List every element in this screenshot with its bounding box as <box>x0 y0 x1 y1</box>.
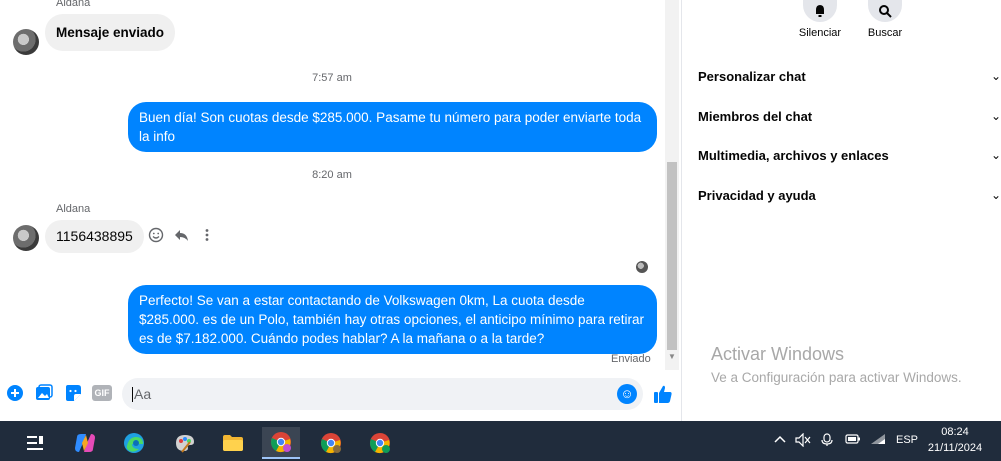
chevron-down-icon: ⌄ <box>990 69 1001 83</box>
search-icon <box>868 0 902 22</box>
sender-name: Aldana <box>56 203 91 215</box>
clock-time: 08:24 <box>941 426 969 438</box>
microphone-icon[interactable] <box>821 433 833 450</box>
composer: GIF Aa ☺ <box>0 374 682 414</box>
sticker-icon[interactable] <box>64 384 82 402</box>
chrome-active-icon[interactable] <box>262 427 300 459</box>
image-icon[interactable] <box>35 384 53 402</box>
chevron-down-icon: ⌄ <box>990 148 1001 162</box>
avatar[interactable] <box>13 225 39 251</box>
chevron-down-icon: ⌄ <box>990 109 1001 123</box>
menu-item-media[interactable]: Multimedia, archivos y enlaces ⌄ <box>698 148 1001 163</box>
plus-icon[interactable] <box>6 384 24 402</box>
outgoing-message[interactable]: Buen día! Son cuotas desde $285.000. Pas… <box>128 102 657 152</box>
clock-date: 21/11/2024 <box>927 442 983 454</box>
more-options-icon[interactable] <box>199 227 215 247</box>
taskbar: ESP 08:24 21/11/2024 <box>0 421 1001 461</box>
menu-item-customize[interactable]: Personalizar chat ⌄ <box>698 69 1001 84</box>
volume-muted-icon[interactable] <box>795 432 811 450</box>
chrome-profile-icon[interactable] <box>312 427 350 459</box>
wifi-icon[interactable] <box>870 433 886 448</box>
chat-panel: Aldana Mensaje enviado 7:57 am Buen día!… <box>0 0 682 421</box>
sender-name: Aldana <box>56 0 91 9</box>
bell-icon <box>803 0 837 22</box>
chevron-down-icon: ⌄ <box>990 188 1001 202</box>
chevron-up-icon[interactable] <box>774 433 786 447</box>
battery-icon[interactable] <box>845 433 861 448</box>
chat-info-panel: Silenciar Buscar Personalizar chat ⌄ Mie… <box>683 0 1001 421</box>
chrome-profile-t-icon[interactable] <box>361 427 399 459</box>
like-icon[interactable] <box>653 384 673 404</box>
messenger-window: Aldana Mensaje enviado 7:57 am Buen día!… <box>0 0 1001 421</box>
system-clock[interactable]: 08:24 21/11/2024 <box>922 424 988 456</box>
search-button[interactable]: Buscar <box>845 0 925 39</box>
message-placeholder: Aa <box>134 386 152 402</box>
activation-watermark-subtitle: Ve a Configuración para activar Windows. <box>711 370 962 385</box>
menu-item-label: Privacidad y ayuda <box>698 188 816 203</box>
edge-icon[interactable] <box>115 427 153 459</box>
file-explorer-icon[interactable] <box>214 427 252 459</box>
menu-item-label: Multimedia, archivos y enlaces <box>698 148 889 163</box>
menu-item-privacy[interactable]: Privacidad y ayuda ⌄ <box>698 188 1001 203</box>
gif-icon[interactable]: GIF <box>92 384 112 402</box>
scrollbar[interactable]: ▼ <box>665 0 679 370</box>
search-label: Buscar <box>867 27 903 39</box>
text-caret <box>132 386 133 402</box>
incoming-message[interactable]: Mensaje enviado <box>45 14 176 51</box>
sent-status: Enviado <box>611 353 651 365</box>
message-list: Aldana Mensaje enviado 7:57 am Buen día!… <box>0 0 664 370</box>
gif-label: GIF <box>92 385 112 401</box>
message-input[interactable]: Aa ☺ <box>122 378 643 410</box>
menu-item-members[interactable]: Miembros del chat ⌄ <box>698 109 1001 124</box>
incoming-message[interactable]: 1156438895 <box>45 220 144 253</box>
paint-icon[interactable] <box>166 427 204 459</box>
scroll-down-arrow-icon[interactable]: ▼ <box>668 352 676 361</box>
react-icon[interactable] <box>148 227 164 247</box>
seen-avatar <box>636 261 648 273</box>
language-indicator[interactable]: ESP <box>896 434 918 446</box>
reply-icon[interactable] <box>173 227 190 247</box>
timestamp: 8:20 am <box>312 169 352 181</box>
menu-item-label: Personalizar chat <box>698 69 806 84</box>
avatar[interactable] <box>13 29 39 55</box>
outgoing-message[interactable]: Perfecto! Se van a estar contactando de … <box>128 285 657 354</box>
copilot-icon[interactable] <box>66 427 104 459</box>
emoji-icon[interactable]: ☺ <box>617 384 637 404</box>
menu-item-label: Miembros del chat <box>698 109 813 124</box>
scrollbar-thumb[interactable] <box>667 162 677 350</box>
activation-watermark-title: Activar Windows <box>711 344 845 364</box>
timestamp: 7:57 am <box>312 72 352 84</box>
widgets-icon[interactable] <box>16 427 54 459</box>
